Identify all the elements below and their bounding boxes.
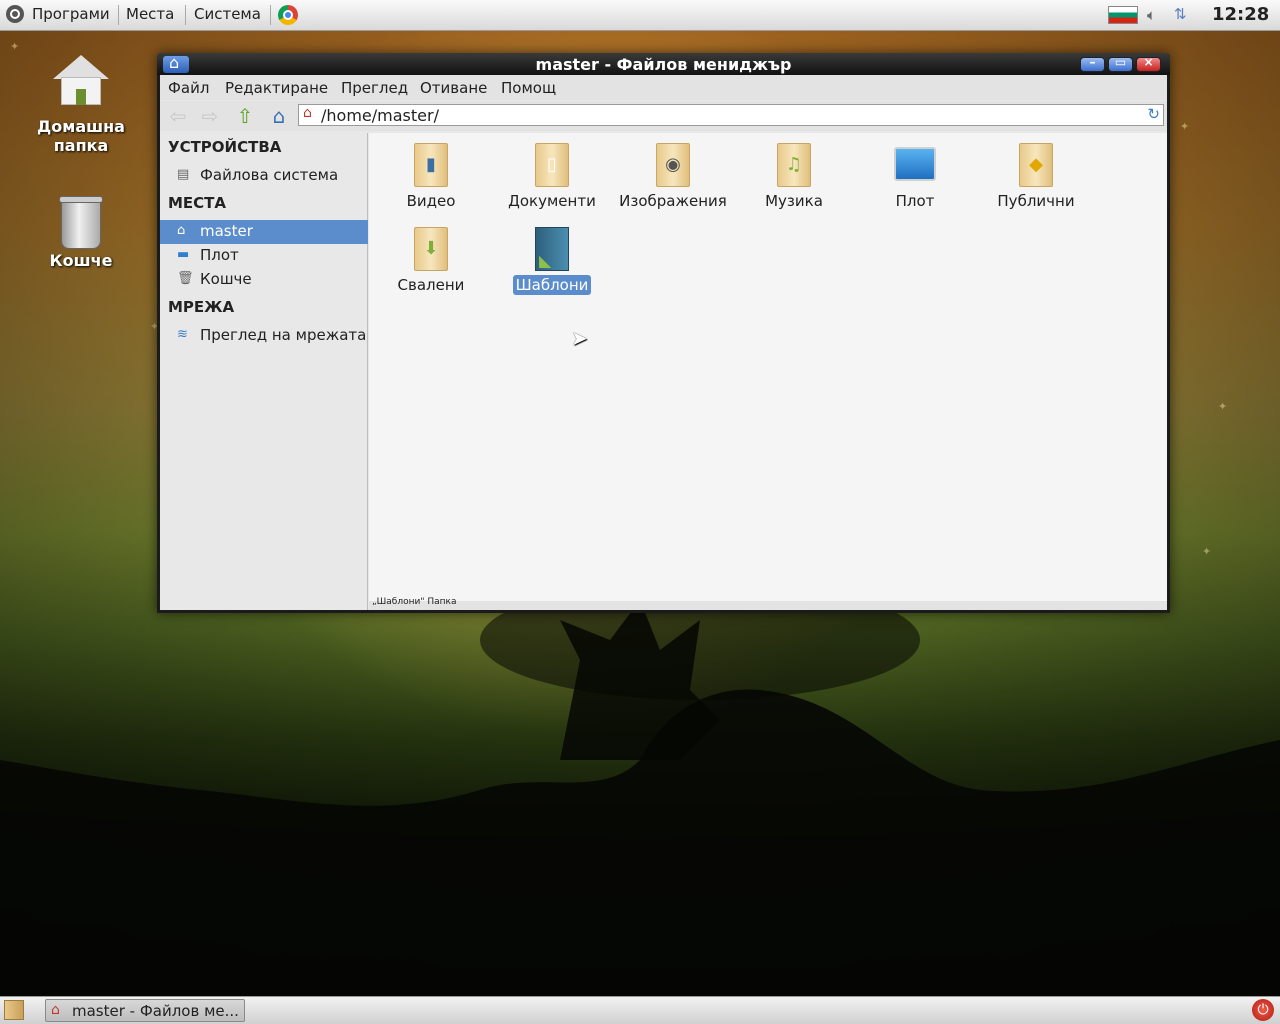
home-icon: ⌂ <box>303 105 312 121</box>
pictures-folder-icon: ◉ <box>656 143 690 187</box>
toolbar: ⇦ ⇨ ⇧ ⌂ ⌂ /home/master/ ↻ <box>160 101 1167 131</box>
trash-icon: 🗑︎ <box>177 271 194 286</box>
home-icon[interactable]: ⌂ <box>267 105 291 127</box>
file-view[interactable]: ▮ Видео ▯ Документи ◉ Изображения ♫ Музи… <box>369 133 1167 601</box>
home-icon: ⌂ <box>177 223 186 238</box>
window-title: master - Файлов мениджър <box>535 55 792 74</box>
back-arrow-icon[interactable]: ⇦ <box>166 105 190 127</box>
chrome-icon[interactable] <box>278 5 298 25</box>
file-item-label: Публични <box>997 192 1075 210</box>
panel-separator <box>118 5 119 25</box>
sidebar-item-label: Преглед на мрежата <box>200 326 367 344</box>
location-path[interactable]: /home/master/ <box>321 106 439 125</box>
location-bar[interactable]: ⌂ /home/master/ ↻ <box>298 104 1164 126</box>
desktop-icon: ▬ <box>177 247 190 262</box>
file-item-videos[interactable]: ▮ Видео <box>371 143 491 211</box>
menu-view[interactable]: Преглед <box>341 79 408 97</box>
sidebar-item-network-browse[interactable]: ≋ Преглед на мрежата <box>160 324 368 348</box>
menu-edit[interactable]: Редактиране <box>225 79 328 97</box>
desktop-icon-trash[interactable]: Кошче <box>16 196 146 270</box>
file-manager-window: master - Файлов мениджър Файл Редактиран… <box>157 53 1170 613</box>
file-item-label: Свалени <box>397 276 465 294</box>
forward-arrow-icon[interactable]: ⇨ <box>198 105 222 127</box>
trash-icon <box>59 196 103 249</box>
menubar: Файл Редактиране Преглед Отиване Помощ <box>160 75 1167 100</box>
maximize-button[interactable] <box>1108 55 1133 72</box>
panel-separator <box>270 5 271 25</box>
window-client: Файл Редактиране Преглед Отиване Помощ ⇦… <box>160 75 1167 610</box>
clock[interactable]: 12:28 <box>1212 4 1269 25</box>
desktop-icon-home[interactable]: Домашна папка <box>16 55 146 155</box>
bottom-panel: ⌂ master - Файлов ме... ⏻ <box>0 996 1280 1024</box>
close-button[interactable] <box>1136 55 1161 72</box>
top-panel: Програми Места Система 🔈︎ ⇅ 12:28 <box>0 0 1280 31</box>
window-titlebar[interactable]: master - Файлов мениджър <box>157 53 1170 75</box>
file-item-music[interactable]: ♫ Музика <box>734 143 854 211</box>
volume-icon[interactable]: 🔈︎ <box>1147 6 1156 24</box>
sidebar-item-label: Плот <box>200 246 239 264</box>
ubuntu-logo-icon[interactable] <box>6 5 24 23</box>
file-item-templates[interactable]: Шаблони <box>492 227 612 295</box>
sidebar: УСТРОЙСТВА ▤ Файлова система МЕСТА ⌂ mas… <box>160 133 368 610</box>
taskbar-button-file-manager[interactable]: ⌂ master - Файлов ме... <box>45 999 245 1022</box>
file-item-desktop[interactable]: Плот <box>855 143 975 211</box>
desktop-icon-label: Домашна папка <box>37 117 125 155</box>
sidebar-item-master[interactable]: ⌂ master <box>160 220 368 244</box>
sidebar-item-label: Кошче <box>200 270 252 288</box>
statusbar: „Шаблони" Папка <box>369 597 1167 610</box>
video-folder-icon: ▮ <box>414 143 448 187</box>
menu-go[interactable]: Отиване <box>420 79 487 97</box>
file-item-public[interactable]: ◆ Публични <box>976 143 1096 211</box>
file-item-label: Видео <box>406 192 456 210</box>
sidebar-header-places: МЕСТА <box>168 194 227 212</box>
wifi-icon: ≋ <box>177 327 188 342</box>
file-item-label: Документи <box>508 192 596 210</box>
sidebar-header-devices: УСТРОЙСТВА <box>168 138 282 156</box>
sidebar-item-trash[interactable]: 🗑︎ Кошче <box>160 268 368 292</box>
desktop-icon-label: Кошче <box>49 251 113 270</box>
templates-folder-icon <box>535 227 569 271</box>
sidebar-item-label: Файлова система <box>200 166 339 184</box>
sidebar-item-label: master <box>200 222 253 240</box>
menu-file[interactable]: Файл <box>168 79 209 97</box>
downloads-folder-icon: ⬇ <box>414 227 448 271</box>
minimize-button[interactable] <box>1080 55 1105 72</box>
music-folder-icon: ♫ <box>777 143 811 187</box>
up-arrow-icon[interactable]: ⇧ <box>233 105 257 127</box>
mouse-cursor-icon: ➤ <box>571 326 588 350</box>
star-decoration: ✦ <box>1180 120 1190 133</box>
file-item-label: Музика <box>765 192 823 210</box>
public-folder-icon: ◆ <box>1019 143 1053 187</box>
sidebar-item-filesystem[interactable]: ▤ Файлова система <box>160 164 368 188</box>
bulgarian-flag-icon[interactable] <box>1108 6 1138 24</box>
star-decoration: ✦ <box>10 40 20 53</box>
menu-places[interactable]: Места <box>126 5 174 23</box>
documents-folder-icon: ▯ <box>535 143 569 187</box>
menu-system[interactable]: Система <box>194 5 261 23</box>
drive-icon: ▤ <box>177 167 190 182</box>
file-item-downloads[interactable]: ⬇ Свалени <box>371 227 491 295</box>
show-desktop-icon[interactable] <box>4 1000 24 1020</box>
power-icon[interactable]: ⏻ <box>1252 999 1274 1021</box>
file-item-pictures[interactable]: ◉ Изображения <box>613 143 733 211</box>
star-decoration: ✦ <box>1202 545 1212 558</box>
home-icon: ⌂ <box>51 1002 60 1018</box>
refresh-icon[interactable]: ↻ <box>1147 105 1160 123</box>
file-item-label: Изображения <box>619 192 727 210</box>
file-item-documents[interactable]: ▯ Документи <box>492 143 612 211</box>
home-folder-icon <box>53 55 109 105</box>
sidebar-header-network: МРЕЖА <box>168 298 235 316</box>
star-decoration: ✦ <box>1218 400 1228 413</box>
desktop-folder-icon <box>894 147 936 181</box>
file-item-label: Шаблони <box>512 275 592 295</box>
menu-help[interactable]: Помощ <box>501 79 556 97</box>
network-icon[interactable]: ⇅ <box>1174 5 1187 23</box>
taskbar-button-label: master - Файлов ме... <box>72 1002 239 1020</box>
file-item-label: Плот <box>895 192 935 210</box>
status-text: „Шаблони" Папка <box>372 597 457 607</box>
menu-programs[interactable]: Програми <box>32 5 110 23</box>
panel-separator <box>185 5 186 25</box>
sidebar-item-desktop[interactable]: ▬ Плот <box>160 244 368 268</box>
